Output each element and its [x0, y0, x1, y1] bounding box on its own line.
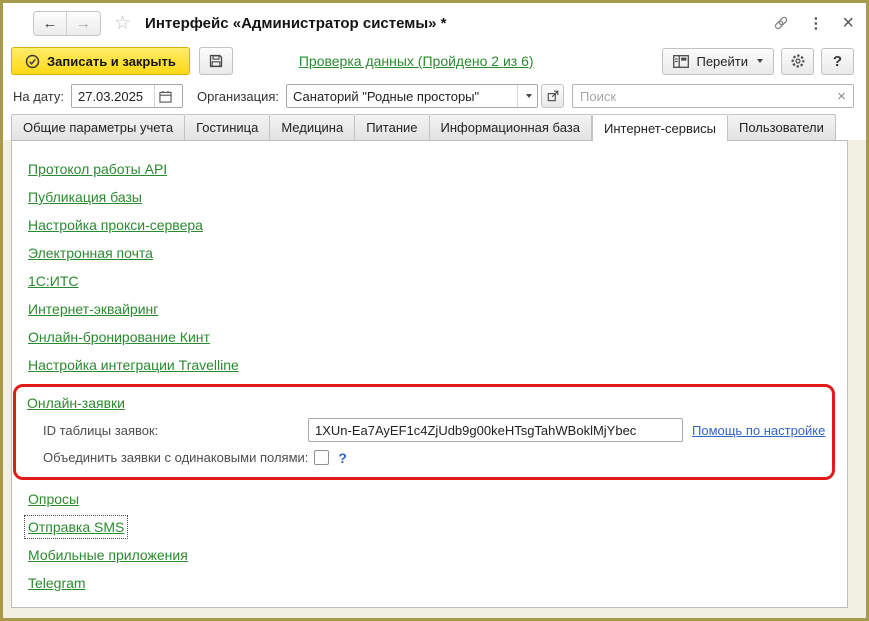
title-bar: ← → ☆ Интерфейс «Администратор системы» …: [3, 3, 866, 43]
help-button[interactable]: ?: [821, 47, 854, 75]
title-bar-actions: ⋮ ×: [773, 13, 854, 33]
forward-button[interactable]: →: [67, 12, 100, 35]
forward-arrow-icon: →: [76, 14, 91, 32]
back-button[interactable]: ←: [34, 11, 67, 35]
organization-input[interactable]: [287, 88, 518, 104]
data-check-link[interactable]: Проверка данных (Пройдено 2 из 6): [299, 53, 534, 69]
org-open-button[interactable]: [541, 84, 565, 108]
goto-label: Перейти: [696, 53, 748, 69]
link-telegram[interactable]: Telegram: [28, 575, 86, 591]
settings-button[interactable]: [781, 47, 814, 75]
open-external-icon: [547, 90, 559, 102]
gear-icon: [790, 53, 806, 69]
tab-hotel[interactable]: Гостиница: [185, 114, 271, 140]
link-surveys[interactable]: Опросы: [28, 491, 79, 507]
form-navigate-icon: [673, 54, 690, 68]
page-title: Интерфейс «Администратор системы» *: [145, 14, 447, 32]
merge-requests-label: Объединить заявки с одинаковыми полями:: [43, 450, 309, 465]
link-mobile-apps[interactable]: Мобильные приложения: [28, 547, 188, 563]
save-and-close-label: Записать и закрыть: [47, 53, 176, 69]
date-label: На дату:: [13, 88, 64, 104]
link-email[interactable]: Электронная почта: [28, 245, 153, 261]
save-and-close-button[interactable]: Записать и закрыть: [11, 47, 190, 75]
link-internet-acquiring[interactable]: Интернет-эквайринг: [28, 301, 158, 317]
link-1c-its[interactable]: 1С:ИТС: [28, 273, 79, 289]
link-online-booking-kint[interactable]: Онлайн-бронирование Кинт: [28, 329, 210, 345]
calendar-icon[interactable]: [153, 85, 177, 107]
search-field: ×: [572, 84, 854, 108]
link-proxy-settings[interactable]: Настройка прокси-сервера: [28, 217, 203, 233]
merge-help-icon[interactable]: ?: [338, 450, 347, 466]
command-bar-right: Перейти ?: [662, 47, 854, 75]
back-arrow-icon: ←: [42, 14, 58, 32]
date-field: [70, 84, 183, 108]
requests-table-id-label: ID таблицы заявок:: [43, 422, 159, 438]
floppy-disk-icon: [208, 53, 224, 69]
online-requests-highlight-box: Онлайн-заявки ID таблицы заявок: Помощь …: [13, 384, 835, 480]
link-db-publication[interactable]: Публикация базы: [28, 189, 142, 205]
app-window: ← → ☆ Интерфейс «Администратор системы» …: [0, 0, 869, 621]
goto-button[interactable]: Перейти: [662, 47, 774, 75]
tab-medicine[interactable]: Медицина: [270, 114, 356, 140]
command-bar: Записать и закрыть Проверка данных (Прой…: [3, 43, 866, 79]
check-circle-icon: [25, 54, 40, 69]
tab-infobase[interactable]: Информационная база: [429, 114, 592, 140]
tab-internet-services[interactable]: Интернет-сервисы: [591, 114, 729, 141]
link-api-protocol[interactable]: Протокол работы API: [28, 161, 167, 177]
get-link-icon[interactable]: [773, 15, 789, 31]
organization-label: Организация:: [196, 88, 280, 104]
history-nav-group: ← →: [33, 10, 101, 36]
favorite-star-icon[interactable]: ☆: [114, 14, 131, 33]
requests-table-id-input[interactable]: [308, 418, 683, 442]
date-input[interactable]: [71, 88, 154, 104]
tab-bar: Общие параметры учета Гостиница Медицина…: [3, 113, 866, 141]
tab-general-accounting[interactable]: Общие параметры учета: [11, 114, 186, 140]
search-input[interactable]: [573, 88, 830, 104]
link-sms-sending[interactable]: Отправка SMS: [23, 515, 129, 539]
setup-help-link[interactable]: Помощь по настройке: [692, 423, 825, 438]
chevron-down-icon: [757, 59, 763, 63]
organization-field: [286, 84, 539, 108]
internet-services-panel: Протокол работы API Публикация базы Наст…: [11, 140, 848, 608]
tab-catering[interactable]: Питание: [355, 114, 430, 140]
link-online-requests[interactable]: Онлайн-заявки: [27, 395, 125, 411]
save-button[interactable]: [198, 47, 233, 75]
link-travelline-integration[interactable]: Настройка интеграции Travelline: [28, 357, 239, 373]
content-background: Протокол работы API Публикация базы Наст…: [3, 140, 866, 618]
org-dropdown-icon[interactable]: [517, 85, 537, 107]
filter-bar: На дату: Организация: ×: [3, 79, 866, 113]
merge-requests-checkbox[interactable]: [314, 450, 330, 465]
more-menu-icon[interactable]: ⋮: [808, 16, 823, 31]
tab-users[interactable]: Пользователи: [728, 114, 836, 140]
clear-search-icon[interactable]: ×: [830, 85, 853, 107]
close-icon[interactable]: ×: [842, 13, 854, 33]
